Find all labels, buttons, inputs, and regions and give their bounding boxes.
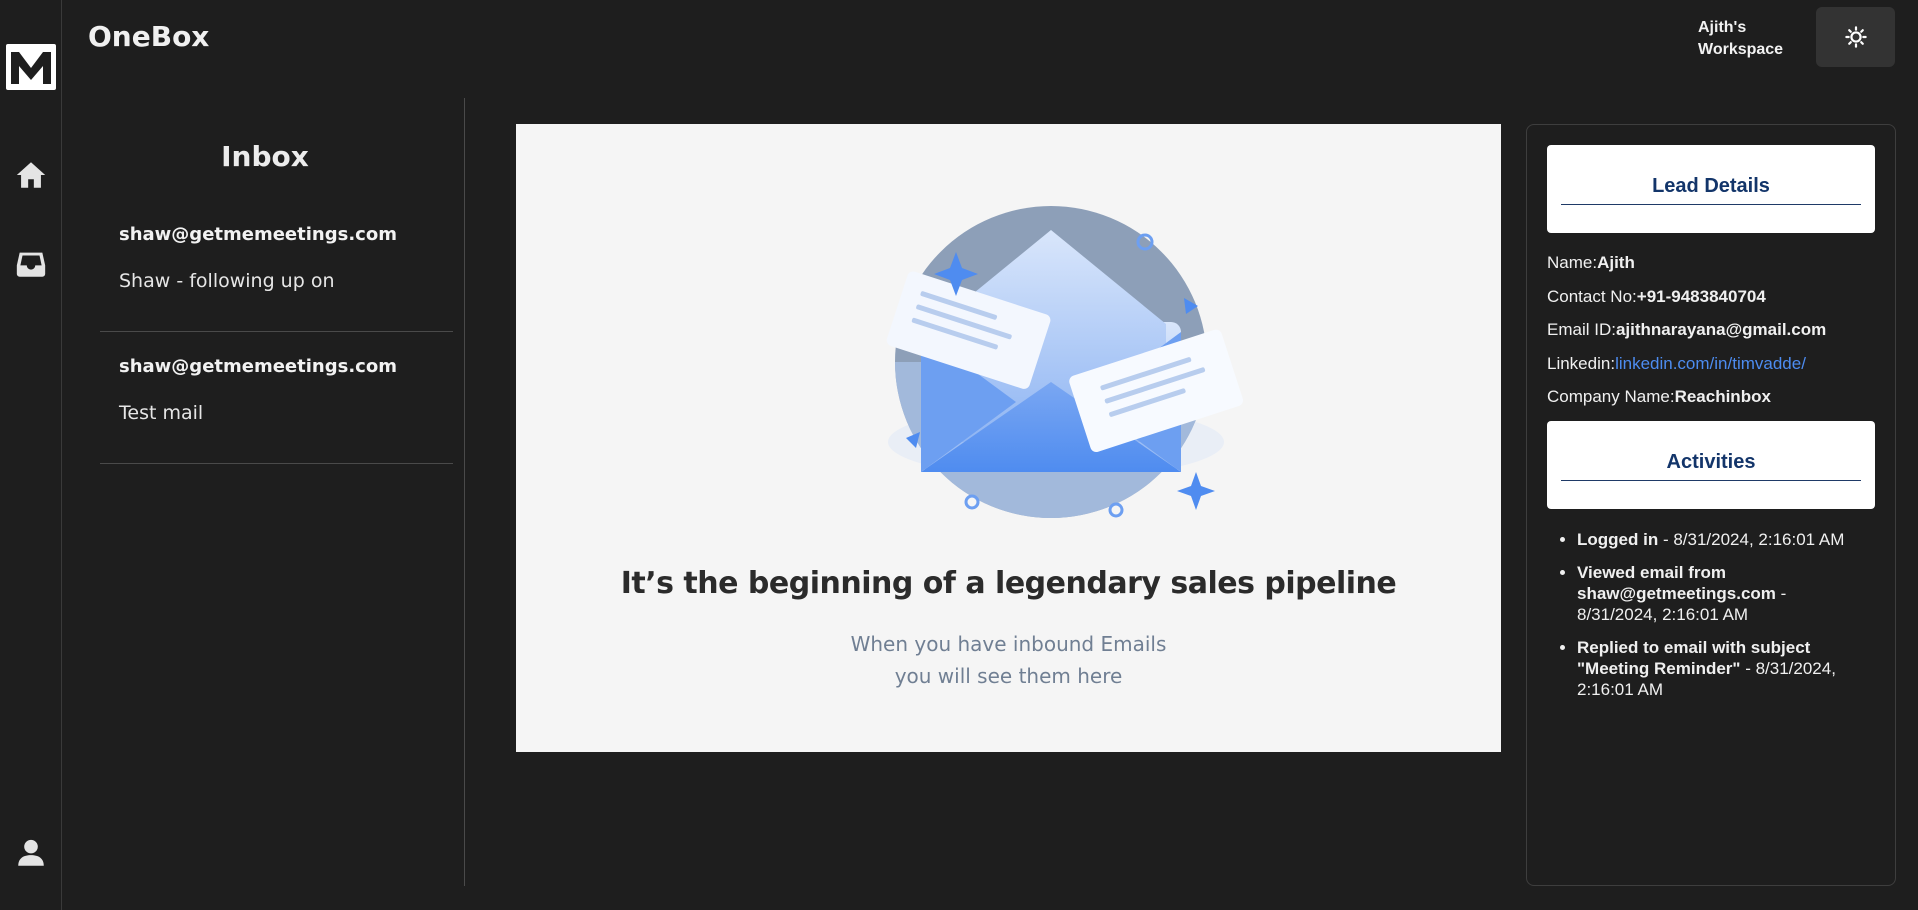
activity-item: Logged in - 8/31/2024, 2:16:01 AM (1577, 529, 1871, 550)
activities-list: Logged in - 8/31/2024, 2:16:01 AM Viewed… (1577, 529, 1871, 712)
envelope-illustration (886, 206, 1244, 518)
logo-m-icon (11, 52, 51, 84)
mail-sender: shaw@getmemeetings.com (119, 224, 397, 245)
left-rail (0, 0, 62, 910)
workspace-line-2: Workspace (1698, 41, 1784, 58)
lead-company-value: Reachinbox (1674, 387, 1771, 406)
user-icon (18, 839, 44, 866)
app-logo[interactable] (6, 44, 56, 90)
profile-nav-button[interactable] (13, 835, 49, 871)
lead-details-title: Lead Details (1561, 175, 1861, 205)
list-item[interactable]: shaw@getmemeetings.com Test mail (100, 332, 453, 464)
lead-linkedin-link[interactable]: linkedin.com/in/timvadde/ (1615, 354, 1806, 373)
lead-email-value: ajithnarayana@gmail.com (1615, 320, 1827, 339)
activity-action: Viewed email from shaw@getmeetings.com (1577, 563, 1776, 603)
lead-linkedin-label: Linkedin: (1547, 354, 1616, 373)
activity-item: Viewed email from shaw@getmeetings.com -… (1577, 562, 1871, 625)
mail-sender: shaw@getmemeetings.com (119, 356, 397, 377)
lead-panel: Lead Details Name:Ajith Contact No:+91-9… (1526, 124, 1896, 886)
activity-time: - 8/31/2024, 2:16:01 AM (1658, 530, 1845, 549)
activity-item: Replied to email with subject "Meeting R… (1577, 637, 1871, 700)
lead-name-row: Name:Ajith (1547, 253, 1635, 273)
workspace-name[interactable]: Ajith's Workspace (1698, 17, 1808, 61)
inbox-title: Inbox (221, 140, 309, 173)
mail-subject: Shaw - following up on (119, 270, 335, 292)
lead-name-label: Name: (1547, 253, 1598, 272)
mail-subject: Test mail (119, 402, 204, 424)
home-icon (16, 162, 46, 188)
list-item[interactable]: shaw@getmemeetings.com Shaw - following … (100, 200, 453, 332)
lead-email-label: Email ID: (1547, 320, 1616, 339)
inbox-list: Inbox shaw@getmemeetings.com Shaw - foll… (100, 98, 465, 886)
theme-toggle-button[interactable] (1816, 7, 1895, 67)
workspace-line-1: Ajith's (1698, 19, 1747, 36)
lead-company-label: Company Name: (1547, 387, 1675, 406)
lead-name-value: Ajith (1597, 253, 1635, 272)
app-brand: OneBox (88, 20, 210, 53)
lead-linkedin-row: Linkedin:linkedin.com/in/timvadde/ (1547, 354, 1806, 374)
lead-company-row: Company Name:Reachinbox (1547, 387, 1771, 407)
lead-contact-label: Contact No: (1547, 287, 1637, 306)
activities-title: Activities (1561, 451, 1861, 481)
activities-header: Activities (1547, 421, 1875, 509)
lead-email-row: Email ID:ajithnarayana@gmail.com (1547, 320, 1826, 340)
sun-icon (1844, 26, 1867, 48)
lead-contact-row: Contact No:+91-9483840704 (1547, 287, 1766, 307)
empty-state-subtitle: When you have inbound Emails you will se… (516, 628, 1501, 692)
lead-details-header: Lead Details (1547, 145, 1875, 233)
empty-state-line-1: When you have inbound Emails (850, 632, 1167, 656)
empty-state-panel: It’s the beginning of a legendary sales … (516, 124, 1501, 752)
lead-contact-value: +91-9483840704 (1636, 287, 1766, 306)
empty-state-line-2: you will see them here (894, 664, 1123, 688)
activity-action: Logged in (1577, 530, 1659, 549)
inbox-nav-button[interactable] (13, 246, 49, 282)
home-nav-button[interactable] (13, 157, 49, 193)
inbox-icon (16, 252, 46, 277)
empty-state-title: It’s the beginning of a legendary sales … (620, 566, 1397, 601)
